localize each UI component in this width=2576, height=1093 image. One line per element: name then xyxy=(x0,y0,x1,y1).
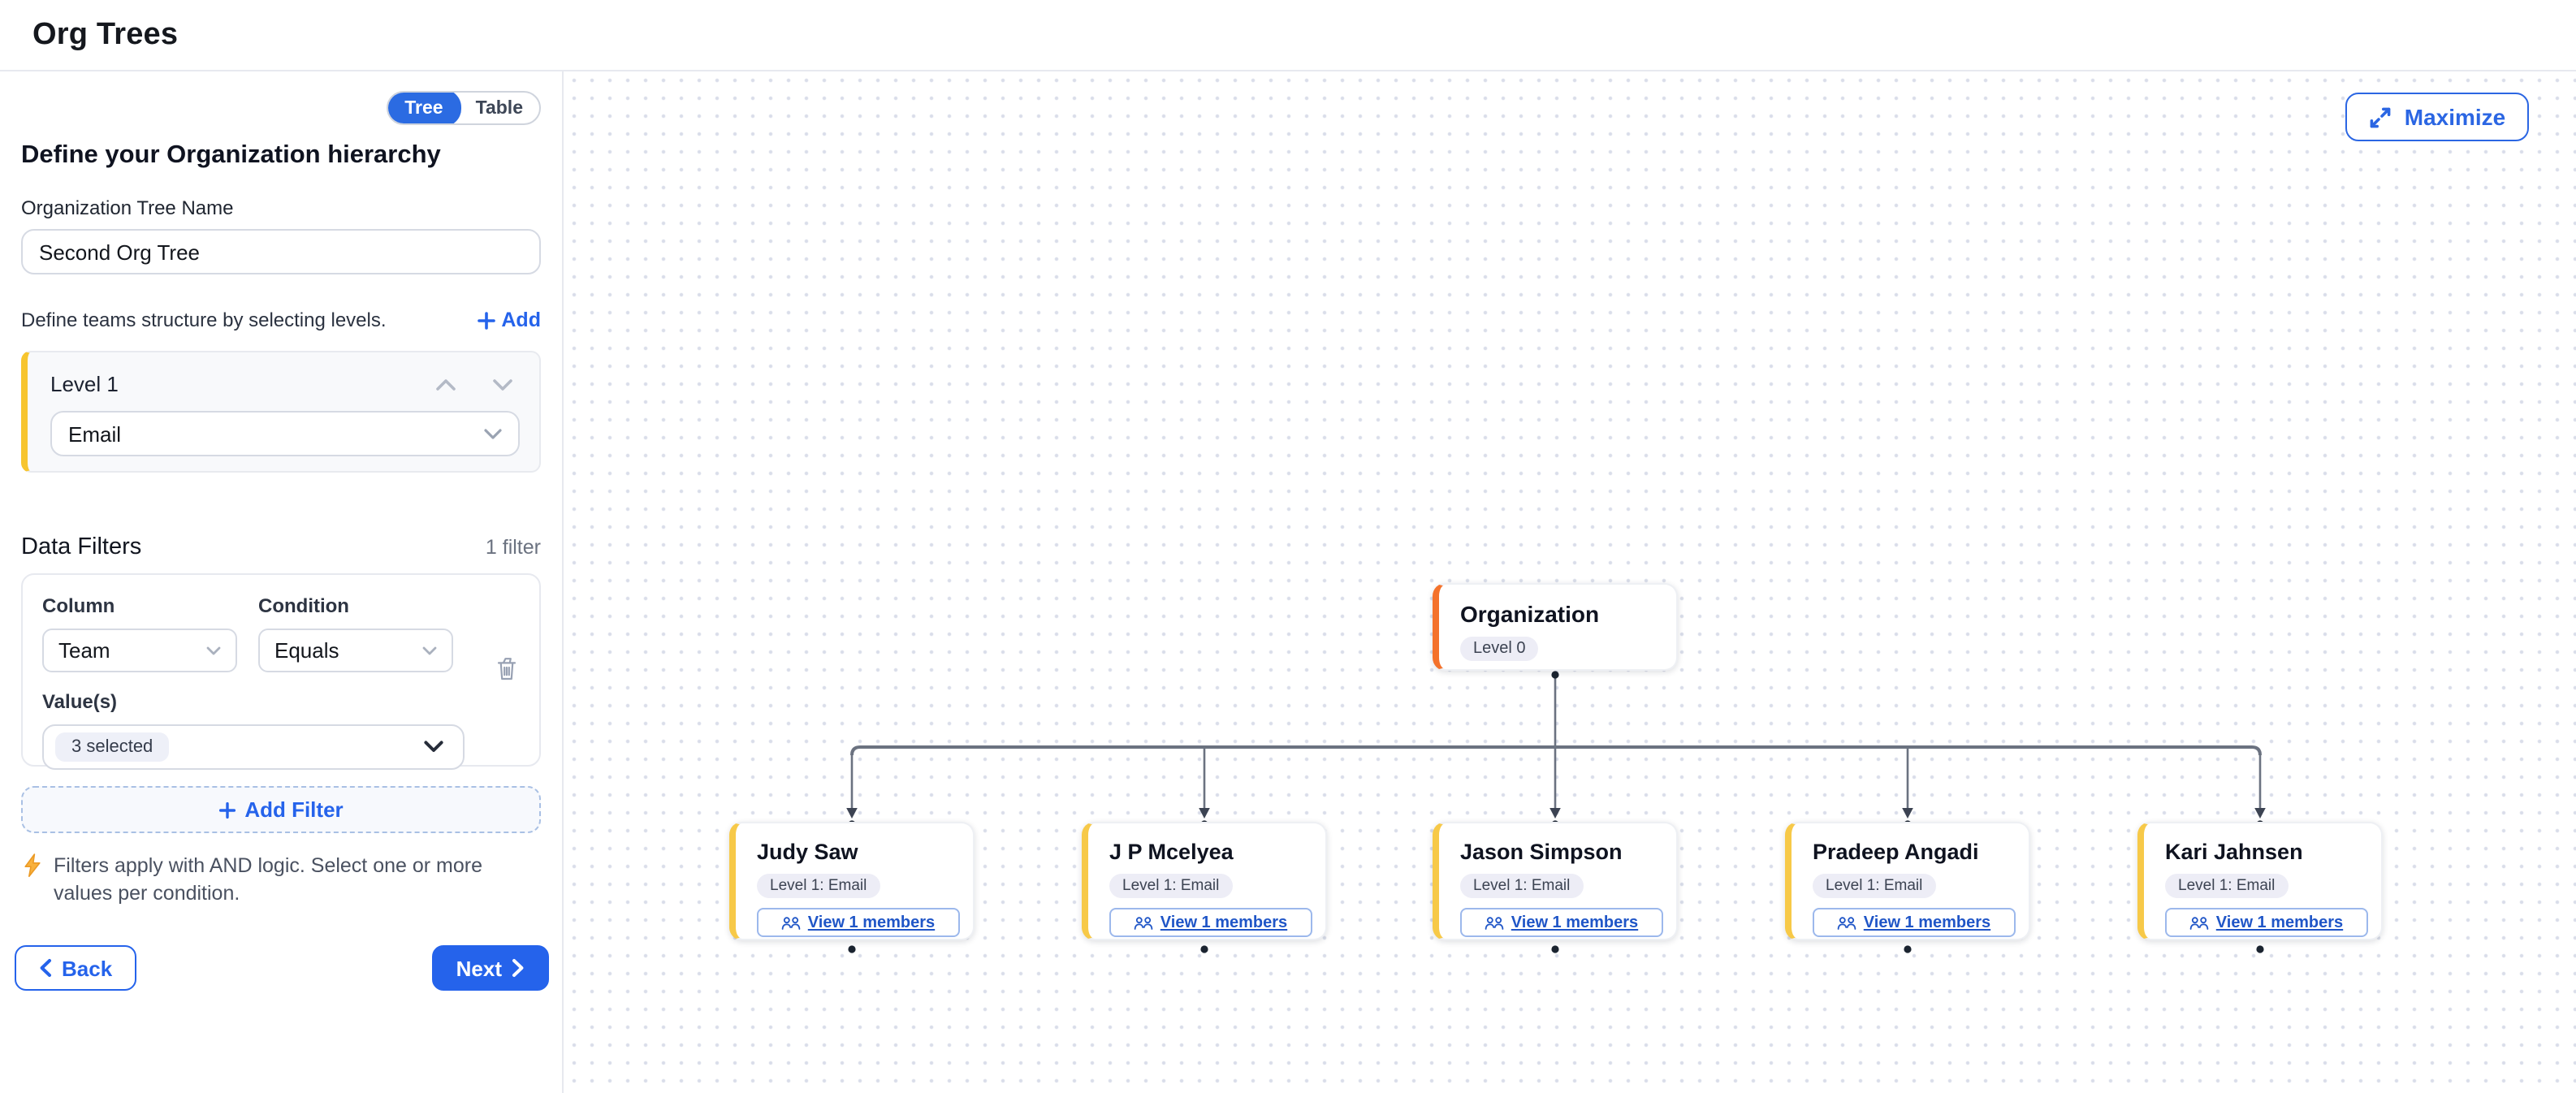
members-icon xyxy=(2190,915,2210,930)
tree-name-input[interactable] xyxy=(21,229,541,274)
back-button[interactable]: Back xyxy=(15,945,136,991)
org-node-root[interactable]: Organization Level 0 xyxy=(1433,583,1678,671)
org-trees-page: Org Trees Tree Table Define your Organiz… xyxy=(0,0,2576,1093)
teams-structure-description: Define teams structure by selecting leve… xyxy=(21,309,387,331)
chevron-down-icon xyxy=(424,741,443,754)
filter-count-badge: 1 filter xyxy=(486,536,541,559)
wizard-footer: Back Next xyxy=(15,945,549,991)
view-members-button[interactable]: View 1 members xyxy=(1109,908,1312,937)
filter-values-group: Value(s) 3 selected xyxy=(42,690,520,770)
node-level-badge: Level 1: Email xyxy=(757,874,880,898)
next-button[interactable]: Next xyxy=(432,945,549,991)
column-label: Column xyxy=(42,594,237,617)
chevron-down-icon[interactable] xyxy=(492,378,513,391)
org-node-child[interactable]: Kari Jahnsen Level 1: Email View 1 membe… xyxy=(2137,822,2383,940)
teams-structure-row: Define teams structure by selecting leve… xyxy=(21,309,541,331)
members-icon xyxy=(1838,915,1857,930)
maximize-button[interactable]: Maximize xyxy=(2345,93,2529,141)
plus-icon xyxy=(218,801,235,818)
node-title: Jason Simpson xyxy=(1460,840,1657,864)
node-title: Judy Saw xyxy=(757,840,953,864)
plus-icon xyxy=(477,311,495,329)
filters-note: Filters apply with AND logic. Select one… xyxy=(21,853,541,908)
node-title: Organization xyxy=(1460,601,1657,627)
hierarchy-heading: Define your Organization hierarchy xyxy=(21,141,541,171)
filter-card: Column Team Condition Equals xyxy=(21,573,541,767)
node-level-badge: Level 0 xyxy=(1460,637,1539,661)
condition-label: Condition xyxy=(258,594,453,617)
filter-condition-group: Condition Equals xyxy=(258,594,453,672)
sidebar: Tree Table Define your Organization hier… xyxy=(0,71,564,1093)
add-level-button[interactable]: Add xyxy=(477,309,541,331)
node-level-badge: Level 1: Email xyxy=(1109,874,1232,898)
org-node-child[interactable]: Pradeep Angadi Level 1: Email View 1 mem… xyxy=(1785,822,2030,940)
values-label: Value(s) xyxy=(42,690,520,713)
members-icon xyxy=(782,915,802,930)
toggle-tree[interactable]: Tree xyxy=(387,91,460,125)
lightning-icon xyxy=(23,853,42,879)
add-filter-button[interactable]: Add Filter xyxy=(21,786,541,833)
node-level-badge: Level 1: Email xyxy=(1460,874,1583,898)
members-icon xyxy=(1135,915,1154,930)
tree-name-label: Organization Tree Name xyxy=(21,197,541,219)
members-icon xyxy=(1485,915,1505,930)
delete-filter-button[interactable] xyxy=(495,656,518,682)
chevron-up-icon[interactable] xyxy=(435,378,456,391)
trash-icon xyxy=(495,656,518,682)
node-level-badge: Level 1: Email xyxy=(1813,874,1935,898)
data-filters-header: Data Filters 1 filter xyxy=(21,534,541,560)
level-reorder-controls xyxy=(435,378,513,391)
view-toggle-row: Tree Table xyxy=(21,91,541,125)
view-members-button[interactable]: View 1 members xyxy=(2165,908,2368,937)
page-title: Org Trees xyxy=(32,17,178,53)
org-tree-canvas[interactable]: Maximize xyxy=(565,71,2576,1093)
chevron-down-icon xyxy=(422,646,437,655)
filter-column-group: Column Team xyxy=(42,594,237,672)
view-members-button[interactable]: View 1 members xyxy=(1460,908,1663,937)
node-title: J P Mcelyea xyxy=(1109,840,1306,864)
column-select[interactable]: Team xyxy=(42,629,237,672)
view-members-button[interactable]: View 1 members xyxy=(1813,908,2016,937)
chevron-right-icon xyxy=(512,958,525,978)
view-members-button[interactable]: View 1 members xyxy=(757,908,960,937)
level-card: Level 1 Email xyxy=(21,351,541,473)
chevron-left-icon xyxy=(39,958,52,978)
chevron-down-icon xyxy=(484,428,502,439)
tree-table-toggle[interactable]: Tree Table xyxy=(387,91,541,125)
condition-select[interactable]: Equals xyxy=(258,629,453,672)
node-title: Kari Jahnsen xyxy=(2165,840,2362,864)
org-node-child[interactable]: J P Mcelyea Level 1: Email View 1 member… xyxy=(1082,822,1327,940)
org-node-child[interactable]: Jason Simpson Level 1: Email View 1 memb… xyxy=(1433,822,1678,940)
data-filters-title: Data Filters xyxy=(21,534,141,560)
filter-fields-row: Column Team Condition Equals xyxy=(42,594,520,672)
filters-note-text: Filters apply with AND logic. Select one… xyxy=(54,853,541,908)
node-level-badge: Level 1: Email xyxy=(2165,874,2288,898)
maximize-icon xyxy=(2369,105,2393,129)
org-node-child[interactable]: Judy Saw Level 1: Email View 1 members xyxy=(729,822,975,940)
selected-values-chip: 3 selected xyxy=(55,732,169,762)
toggle-table[interactable]: Table xyxy=(460,91,539,125)
node-title: Pradeep Angadi xyxy=(1813,840,2009,864)
level-card-header: Level 1 xyxy=(50,372,520,396)
values-multiselect[interactable]: 3 selected xyxy=(42,724,465,770)
level-field-select[interactable]: Email xyxy=(50,411,520,456)
app-header: Org Trees xyxy=(0,0,2576,71)
chevron-down-icon xyxy=(206,646,221,655)
level-label: Level 1 xyxy=(50,372,119,396)
